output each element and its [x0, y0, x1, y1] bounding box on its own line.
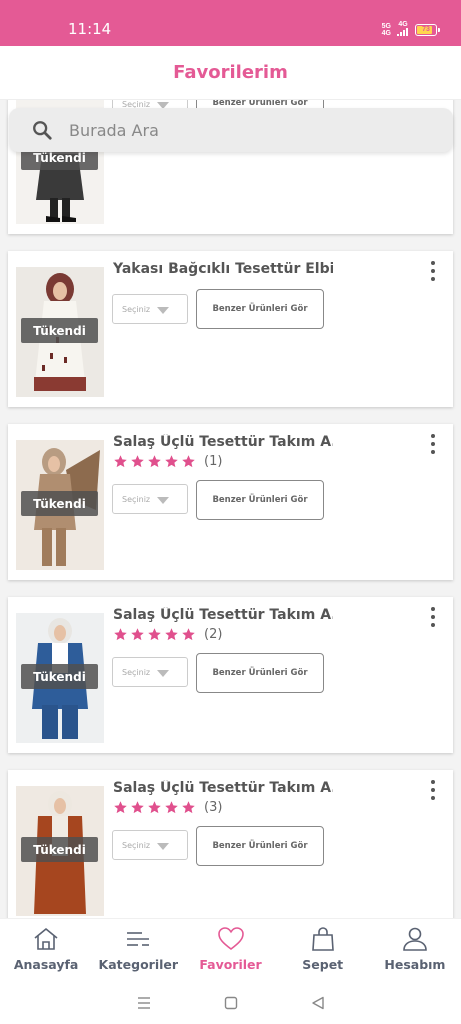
- star-icon: [165, 801, 178, 814]
- chevron-down-icon: [157, 843, 169, 850]
- favorite-card[interactable]: Tükendi Salaş Üçlü Tesettür Takım A... (…: [8, 424, 453, 580]
- product-name[interactable]: Salaş Üçlü Tesettür Takım A...: [113, 780, 333, 796]
- sold-out-badge: Tükendi: [21, 837, 98, 862]
- product-image: Tükendi: [16, 786, 104, 916]
- bag-icon: [311, 927, 334, 951]
- star-rating: (3): [113, 800, 222, 815]
- sold-out-badge: Tükendi: [21, 318, 98, 343]
- product-name[interactable]: Salaş Üçlü Tesettür Takım A...: [113, 434, 333, 450]
- product-name[interactable]: Yakası Bağcıklı Tesettür Elbi...: [113, 261, 333, 277]
- star-icon: [131, 628, 144, 641]
- star-icon: [148, 455, 161, 468]
- star-icon: [182, 801, 195, 814]
- product-image: Tükendi: [16, 440, 104, 570]
- similar-products-button[interactable]: Benzer Ürünleri Gör: [196, 653, 324, 693]
- user-icon: [403, 927, 427, 951]
- star-icon: [131, 455, 144, 468]
- sim-indicator: 5G 4G: [381, 22, 391, 37]
- nav-categories[interactable]: Kategoriler: [92, 919, 184, 982]
- review-count: (2): [204, 627, 223, 642]
- status-time: 11:14: [68, 20, 112, 38]
- star-icon: [114, 455, 127, 468]
- categories-icon: [127, 932, 150, 946]
- battery-icon: 73: [415, 23, 440, 36]
- similar-products-button[interactable]: Benzer Ürünleri Gör: [196, 289, 324, 329]
- chevron-down-icon: [157, 497, 169, 504]
- similar-products-button[interactable]: Benzer Ürünleri Gör: [196, 826, 324, 866]
- page-header: Favorilerim: [0, 46, 461, 100]
- size-select[interactable]: Seçiniz: [112, 294, 188, 324]
- star-icon: [165, 455, 178, 468]
- search-input[interactable]: Burada Ara: [69, 121, 159, 140]
- chevron-down-icon: [157, 307, 169, 314]
- home-icon: [34, 928, 58, 950]
- size-select[interactable]: Seçiniz: [112, 484, 188, 514]
- similar-products-button[interactable]: Benzer Ürünleri Gör: [196, 480, 324, 520]
- size-select[interactable]: Seçiniz: [112, 830, 188, 860]
- star-icon: [182, 455, 195, 468]
- menu-icon[interactable]: [136, 995, 152, 1011]
- size-select[interactable]: Seçiniz: [112, 657, 188, 687]
- review-count: (3): [204, 800, 223, 815]
- more-options-icon[interactable]: [427, 261, 439, 281]
- nav-home[interactable]: Anasayfa: [0, 919, 92, 982]
- star-icon: [182, 628, 195, 641]
- system-navigation-bar: [0, 982, 461, 1024]
- star-icon: [114, 801, 127, 814]
- product-image: Tükendi: [16, 267, 104, 397]
- sold-out-badge: Tükendi: [21, 491, 98, 516]
- chevron-down-icon: [157, 670, 169, 677]
- sold-out-badge: Tükendi: [21, 664, 98, 689]
- star-icon: [148, 801, 161, 814]
- star-icon: [114, 628, 127, 641]
- heart-icon: [217, 927, 244, 951]
- status-icons: 5G 4G 4G 73: [381, 21, 440, 38]
- star-icon: [148, 628, 161, 641]
- nav-favorites[interactable]: Favoriler: [184, 919, 276, 982]
- review-count: (1): [204, 454, 223, 469]
- favorites-list[interactable]: Burada Ara Tükendi Seçiniz Benzer Ürünle…: [0, 100, 461, 918]
- star-icon: [131, 801, 144, 814]
- home-square-icon[interactable]: [223, 995, 239, 1011]
- favorite-card[interactable]: Tükendi Salaş Üçlü Tesettür Takım A... (…: [8, 770, 453, 918]
- nav-cart[interactable]: Sepet: [277, 919, 369, 982]
- signal-icon: 4G: [397, 21, 409, 38]
- more-options-icon[interactable]: [427, 434, 439, 454]
- star-rating: (1): [113, 454, 222, 469]
- status-bar: 11:14 5G 4G 4G 73: [0, 0, 461, 46]
- nav-account[interactable]: Hesabım: [369, 919, 461, 982]
- favorite-card[interactable]: Tükendi Salaş Üçlü Tesettür Takım A... (…: [8, 597, 453, 753]
- star-icon: [165, 628, 178, 641]
- star-rating: (2): [113, 627, 222, 642]
- search-bar[interactable]: Burada Ara: [9, 108, 453, 152]
- page-title: Favorilerim: [173, 62, 288, 83]
- search-icon: [33, 121, 52, 140]
- bottom-navigation: Anasayfa Kategoriler Favoriler Sepet Hes…: [0, 918, 461, 982]
- back-triangle-icon[interactable]: [310, 995, 326, 1011]
- more-options-icon[interactable]: [427, 780, 439, 800]
- product-name[interactable]: Salaş Üçlü Tesettür Takım A...: [113, 607, 333, 623]
- favorite-card[interactable]: Tükendi Yakası Bağcıklı Tesettür Elbi...…: [8, 251, 453, 407]
- product-image: Tükendi: [16, 613, 104, 743]
- more-options-icon[interactable]: [427, 607, 439, 627]
